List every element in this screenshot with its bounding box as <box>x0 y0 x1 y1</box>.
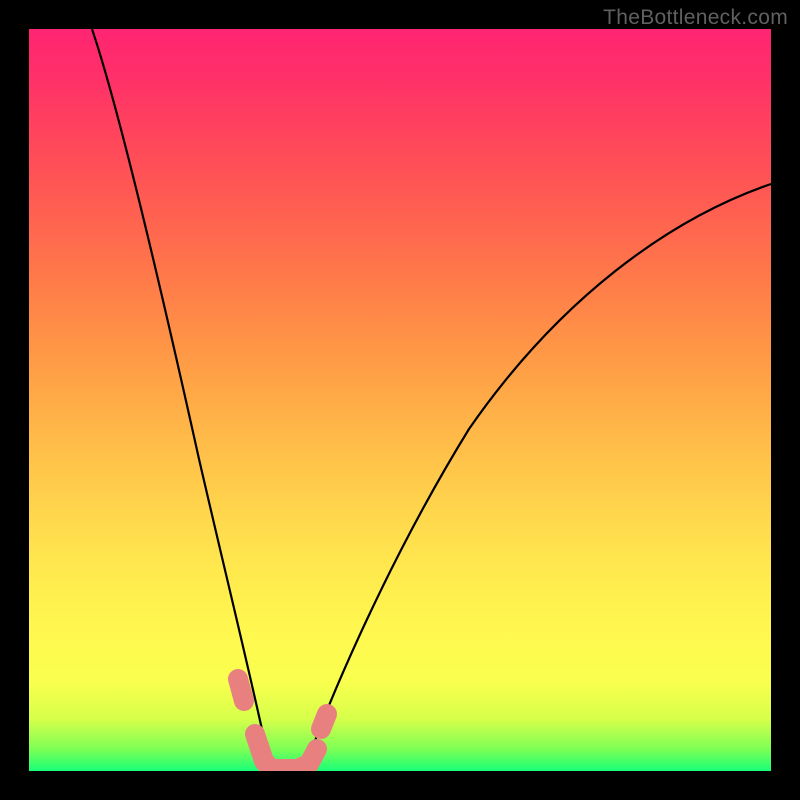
chart-plot-area <box>29 29 771 771</box>
optimum-range-marker <box>238 679 327 769</box>
curve-left-branch <box>92 29 271 771</box>
chart-svg <box>29 29 771 771</box>
curve-right-branch <box>304 184 771 771</box>
watermark-attribution: TheBottleneck.com <box>603 6 788 30</box>
